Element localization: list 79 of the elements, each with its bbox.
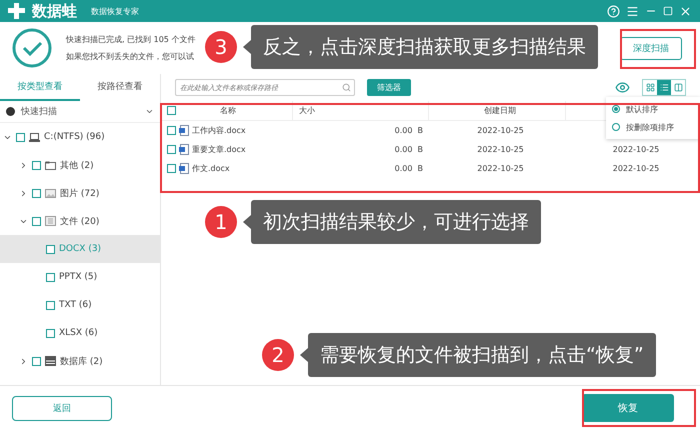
maximize-icon[interactable] [663,6,673,16]
column-header[interactable]: 大小 [293,101,429,120]
created-date: 2022-10-25 [477,164,524,173]
step-number: 1 [205,206,237,238]
eye-icon[interactable] [615,80,630,95]
cross-logo-icon [8,3,26,19]
document-icon [179,163,189,174]
callout-pointer [243,215,251,229]
callout-pointer [243,40,251,54]
tree-item[interactable]: 数据库 (2) [0,347,160,375]
tree-item[interactable]: XLSX (6) [0,319,160,347]
file-size: 0.00 B [394,164,423,173]
help-icon[interactable] [607,4,620,18]
checkbox[interactable] [167,126,176,135]
scan-hint-text: 如果您找不到丢失的文件，您可以试 [66,51,195,62]
back-button[interactable]: 返回 [12,396,112,420]
tree-item[interactable]: 其他 (2) [0,151,160,179]
file-name: 重要文章.docx [192,144,246,155]
file-size: 0.00 B [394,145,423,154]
tree-item[interactable]: 图片 (72) [0,179,160,207]
laptop-icon [29,132,40,142]
file-size: 0.00 B [394,126,423,135]
folder-icon [45,160,56,170]
created-date: 2022-10-25 [477,126,524,135]
checkbox[interactable] [46,300,55,310]
checkbox[interactable] [167,145,176,154]
app-subtitle: 数据恢复专家 [91,6,139,16]
search-icon[interactable] [342,83,351,92]
tree-item[interactable]: PPTX (5) [0,263,160,291]
checkbox[interactable] [167,106,176,115]
image-icon [45,188,56,198]
scan-status-text: 快速扫描已完成, 已找到 105 个文件 [66,34,196,45]
checkbox[interactable] [32,356,41,366]
expand-chevron-icon[interactable] [19,160,28,170]
radio-button[interactable] [612,123,620,131]
sort-option[interactable]: 按删除项排序 [606,118,700,136]
file-name: 作文.docx [192,163,230,174]
checkbox[interactable] [16,132,25,142]
chevron-down-icon [145,107,154,116]
document-icon [179,144,189,155]
step-number: 3 [205,31,237,63]
scan-type-dropdown[interactable]: 快速扫描 [0,101,160,123]
column-header[interactable]: 创建日期 [429,101,566,120]
columns-icon [674,83,682,92]
menu-icon[interactable] [626,4,639,18]
checkbox[interactable] [32,160,41,170]
checkbox[interactable] [167,164,176,173]
sort-option[interactable]: 默认排序 [606,100,700,118]
document-icon [45,216,56,226]
database-icon [45,356,56,366]
checkbox[interactable] [46,328,55,338]
grid-icon [646,83,654,92]
list-icon [660,83,668,92]
tree-item[interactable]: 文件 (20) [0,207,160,235]
created-date: 2022-10-25 [477,145,524,154]
tree-item[interactable]: C:(NTFS) (96) [0,123,160,151]
callout-pointer [300,348,308,362]
expand-chevron-icon[interactable] [19,188,28,198]
callout-text: 反之，点击深度扫描获取更多扫描结果 [251,25,598,69]
radio-button[interactable] [612,105,620,113]
tree-item[interactable]: TXT (6) [0,291,160,319]
callout-text: 初次扫描结果较少，可进行选择 [251,200,541,244]
callout-text: 需要恢复的文件被扫描到，点击“恢复” [308,333,656,377]
app-name: 数据蛙 [32,2,77,20]
table-cell: 2022-10-25 [612,145,660,154]
check-circle-icon [12,28,52,68]
deep-scan-button[interactable]: 深度扫描 [620,36,682,60]
step-number: 2 [262,339,294,371]
checkbox[interactable] [46,272,55,282]
document-icon [179,125,189,136]
file-name: 工作内容.docx [192,125,246,136]
expand-chevron-icon[interactable] [19,356,28,366]
view-mode-button[interactable] [657,80,671,95]
column-header[interactable]: 名称 [220,105,236,116]
checkbox[interactable] [32,216,41,226]
table-cell: 2022-10-25 [612,164,660,173]
checkbox[interactable] [46,244,55,254]
close-icon[interactable] [679,4,692,18]
checkbox[interactable] [32,188,41,198]
